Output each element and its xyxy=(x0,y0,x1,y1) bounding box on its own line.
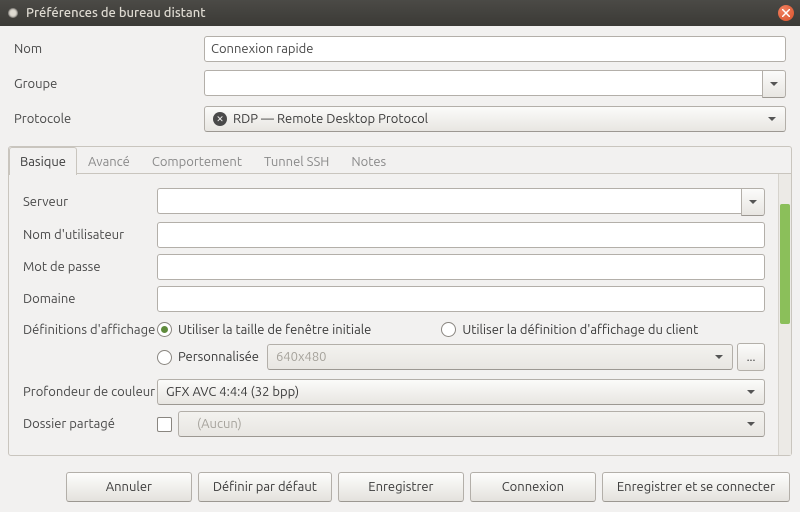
header-form: Nom Groupe Protocole ✕ RDP — Remote Desk… xyxy=(0,26,800,146)
tab-basic[interactable]: Basique xyxy=(9,147,77,175)
depth-label: Profondeur de couleur xyxy=(23,385,157,399)
depth-combo[interactable]: GFX AVC 4:4:4 (32 bpp) xyxy=(157,379,765,405)
protocol-value: RDP — Remote Desktop Protocol xyxy=(233,112,763,126)
chevron-down-icon xyxy=(768,115,776,123)
domain-input[interactable] xyxy=(157,286,765,312)
tab-strip: Basique Avancé Comportement Tunnel SSH N… xyxy=(9,146,791,174)
resolution-radio-initial-label: Utiliser la taille de fenêtre initiale xyxy=(178,323,371,337)
protocol-combo[interactable]: ✕ RDP — Remote Desktop Protocol xyxy=(204,106,786,132)
save-button[interactable]: Enregistrer xyxy=(338,472,464,502)
resolution-radio-client-label: Utiliser la définition d'affichage du cl… xyxy=(462,323,698,337)
shared-value: (Aucun) xyxy=(187,417,742,431)
chevron-down-icon xyxy=(749,198,757,206)
password-input[interactable] xyxy=(157,254,765,280)
resolution-radio-custom-label: Personnalisée xyxy=(178,350,259,364)
scrollbar-thumb[interactable] xyxy=(780,204,790,324)
resolution-custom-combo[interactable]: 640x480 xyxy=(267,344,733,370)
depth-value: GFX AVC 4:4:4 (32 bpp) xyxy=(166,385,742,399)
chevron-down-icon xyxy=(715,353,723,361)
username-input[interactable] xyxy=(157,222,765,248)
vertical-scrollbar[interactable] xyxy=(778,174,791,455)
basic-panel: Serveur Nom d'utilisateur Mot d xyxy=(9,174,791,455)
tab-advanced[interactable]: Avancé xyxy=(77,147,141,175)
group-dropdown-button[interactable] xyxy=(762,70,786,98)
resolution-radio-custom[interactable] xyxy=(157,350,172,365)
resolution-custom-value: 640x480 xyxy=(276,350,710,364)
shared-checkbox[interactable] xyxy=(157,417,172,432)
chevron-down-icon xyxy=(747,420,755,428)
resolution-more-button[interactable]: ... xyxy=(737,343,765,371)
shared-label: Dossier partagé xyxy=(23,417,157,431)
tab-ssh[interactable]: Tunnel SSH xyxy=(253,147,340,175)
tab-notes[interactable]: Notes xyxy=(340,147,397,175)
name-label: Nom xyxy=(14,42,204,56)
group-label: Groupe xyxy=(14,77,204,91)
set-default-button[interactable]: Définir par défaut xyxy=(198,472,332,502)
domain-label: Domaine xyxy=(23,292,157,306)
window-menu-icon[interactable] xyxy=(8,8,18,18)
protocol-label: Protocole xyxy=(14,112,204,126)
resolution-label: Définitions d'affichage xyxy=(23,323,157,337)
server-label: Serveur xyxy=(23,195,157,209)
window-title: Préférences de bureau distant xyxy=(26,6,206,20)
group-input[interactable] xyxy=(204,70,762,96)
close-button[interactable] xyxy=(778,5,794,21)
connect-button[interactable]: Connexion xyxy=(470,472,596,502)
password-label: Mot de passe xyxy=(23,260,157,274)
resolution-radio-initial[interactable] xyxy=(157,322,172,337)
cancel-button[interactable]: Annuler xyxy=(66,472,192,502)
titlebar: Préférences de bureau distant xyxy=(0,0,800,26)
server-dropdown-button[interactable] xyxy=(741,188,765,216)
protocol-icon: ✕ xyxy=(213,112,227,126)
close-icon xyxy=(782,9,790,17)
button-bar: Annuler Définir par défaut Enregistrer C… xyxy=(0,464,800,512)
chevron-down-icon xyxy=(770,80,778,88)
tab-behavior[interactable]: Comportement xyxy=(141,147,253,175)
username-label: Nom d'utilisateur xyxy=(23,228,157,242)
name-input[interactable] xyxy=(204,36,786,62)
save-connect-button[interactable]: Enregistrer et se connecter xyxy=(602,472,790,502)
notebook: Basique Avancé Comportement Tunnel SSH N… xyxy=(8,146,792,456)
resolution-radio-client[interactable] xyxy=(441,322,456,337)
server-input[interactable] xyxy=(157,188,741,214)
shared-combo[interactable]: (Aucun) xyxy=(178,411,765,437)
chevron-down-icon xyxy=(747,388,755,396)
